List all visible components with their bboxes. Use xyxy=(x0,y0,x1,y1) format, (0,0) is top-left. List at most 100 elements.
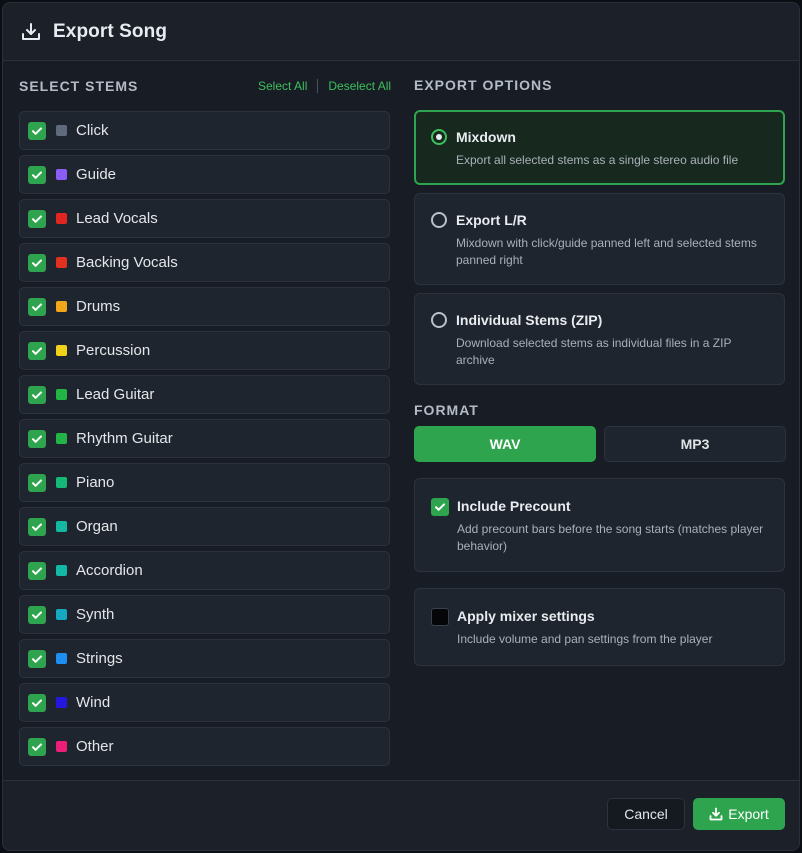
format-mp3-button[interactable]: MP3 xyxy=(604,426,786,462)
stem-checkbox[interactable] xyxy=(28,649,46,668)
export-button-label: Export xyxy=(728,806,769,822)
option-individual-stems[interactable]: Individual Stems (ZIP) Download selected… xyxy=(414,293,785,385)
stem-checkbox[interactable] xyxy=(28,297,46,316)
export-options-label: EXPORT OPTIONS xyxy=(414,77,553,93)
checkmark-icon xyxy=(32,698,42,707)
stem-color-swatch xyxy=(56,345,67,356)
apply-mixer-checkbox[interactable] xyxy=(431,608,449,626)
stem-checkbox[interactable] xyxy=(28,517,46,536)
stem-name: Piano xyxy=(76,474,115,491)
radio-mixdown[interactable] xyxy=(431,129,447,145)
stem-color-swatch xyxy=(56,653,67,664)
stem-item[interactable]: Drums xyxy=(19,287,390,326)
format-wav-button[interactable]: WAV xyxy=(414,426,596,462)
option-description: Mixdown with click/guide panned left and… xyxy=(456,236,757,267)
checkmark-icon xyxy=(435,503,445,511)
stem-item[interactable]: Lead Guitar xyxy=(19,375,390,414)
checkmark-icon xyxy=(32,434,42,443)
checkmark-icon xyxy=(32,566,42,575)
option-title: Export L/R xyxy=(456,212,527,228)
checkmark-icon xyxy=(32,390,42,399)
stem-name: Guide xyxy=(76,166,117,183)
download-icon xyxy=(21,22,41,42)
stem-checkbox[interactable] xyxy=(28,605,46,624)
stem-color-swatch xyxy=(56,125,67,136)
checkmark-icon xyxy=(32,610,42,619)
apply-mixer-title: Apply mixer settings xyxy=(457,608,595,624)
apply-mixer-description: Include volume and pan settings from the… xyxy=(457,632,713,646)
radio-individual-stems[interactable] xyxy=(431,312,447,328)
stem-name: Organ xyxy=(76,518,118,535)
stem-checkbox[interactable] xyxy=(28,561,46,580)
stem-checkbox[interactable] xyxy=(28,165,46,184)
stem-color-swatch xyxy=(56,521,67,532)
stem-name: Other xyxy=(76,738,114,755)
stem-item[interactable]: Backing Vocals xyxy=(19,243,390,282)
stem-item[interactable]: Rhythm Guitar xyxy=(19,419,390,458)
option-title: Mixdown xyxy=(456,129,516,145)
stem-name: Accordion xyxy=(76,562,143,579)
stem-item[interactable]: Guide xyxy=(19,155,390,194)
stem-checkbox[interactable] xyxy=(28,253,46,272)
stem-checkbox[interactable] xyxy=(28,121,46,140)
stem-checkbox[interactable] xyxy=(28,693,46,712)
stem-color-swatch xyxy=(56,213,67,224)
stem-checkbox[interactable] xyxy=(28,737,46,756)
stem-item[interactable]: Organ xyxy=(19,507,390,546)
radio-export-lr[interactable] xyxy=(431,212,447,228)
stem-checkbox[interactable] xyxy=(28,209,46,228)
cancel-button[interactable]: Cancel xyxy=(607,798,685,830)
stem-name: Synth xyxy=(76,606,115,623)
stem-item[interactable]: Synth xyxy=(19,595,390,634)
include-precount-title: Include Precount xyxy=(457,498,571,514)
stem-color-swatch xyxy=(56,433,67,444)
checkmark-icon xyxy=(32,346,42,355)
stem-checkbox[interactable] xyxy=(28,429,46,448)
apply-mixer-card[interactable]: Apply mixer settings Include volume and … xyxy=(414,588,785,666)
option-export-lr[interactable]: Export L/R Mixdown with click/guide pann… xyxy=(414,193,785,285)
stem-color-swatch xyxy=(56,257,67,268)
option-description: Download selected stems as individual fi… xyxy=(456,336,732,367)
stem-checkbox[interactable] xyxy=(28,473,46,492)
stem-item[interactable]: Piano xyxy=(19,463,390,502)
stem-item[interactable]: Click xyxy=(19,111,390,150)
stem-color-swatch xyxy=(56,741,67,752)
stem-item[interactable]: Lead Vocals xyxy=(19,199,390,238)
dialog-title: Export Song xyxy=(53,20,168,42)
stem-color-swatch xyxy=(56,477,67,488)
stem-item[interactable]: Accordion xyxy=(19,551,390,590)
stem-name: Click xyxy=(76,122,109,139)
stem-name: Lead Guitar xyxy=(76,386,155,403)
select-links: Select All Deselect All xyxy=(258,79,391,93)
download-icon xyxy=(709,807,723,821)
option-description: Export all selected stems as a single st… xyxy=(456,153,739,167)
stem-item[interactable]: Strings xyxy=(19,639,390,678)
include-precount-card[interactable]: Include Precount Add precount bars befor… xyxy=(414,478,785,572)
link-divider xyxy=(317,79,319,93)
export-button[interactable]: Export xyxy=(693,798,785,830)
stem-name: Strings xyxy=(76,650,123,667)
stem-name: Drums xyxy=(76,298,121,315)
stem-name: Rhythm Guitar xyxy=(76,430,173,447)
stem-checkbox[interactable] xyxy=(28,385,46,404)
deselect-all-link[interactable]: Deselect All xyxy=(328,79,391,93)
stem-color-swatch xyxy=(56,609,67,620)
stem-color-swatch xyxy=(56,389,67,400)
option-title: Individual Stems (ZIP) xyxy=(456,312,603,328)
select-stems-label: SELECT STEMS xyxy=(19,78,139,94)
stem-item[interactable]: Percussion xyxy=(19,331,390,370)
select-all-link[interactable]: Select All xyxy=(258,79,307,93)
stem-name: Percussion xyxy=(76,342,151,359)
stem-item[interactable]: Wind xyxy=(19,683,390,722)
format-label: FORMAT xyxy=(414,402,479,418)
checkmark-icon xyxy=(32,522,42,531)
stem-name: Lead Vocals xyxy=(76,210,158,227)
stem-item[interactable]: Other xyxy=(19,727,390,766)
stem-checkbox[interactable] xyxy=(28,341,46,360)
checkmark-icon xyxy=(32,214,42,223)
export-song-dialog: Export Song SELECT STEMS Select All Dese… xyxy=(2,2,800,851)
checkmark-icon xyxy=(32,654,42,663)
include-precount-checkbox[interactable] xyxy=(431,498,449,516)
checkmark-icon xyxy=(32,126,42,135)
option-mixdown[interactable]: Mixdown Export all selected stems as a s… xyxy=(414,110,785,185)
